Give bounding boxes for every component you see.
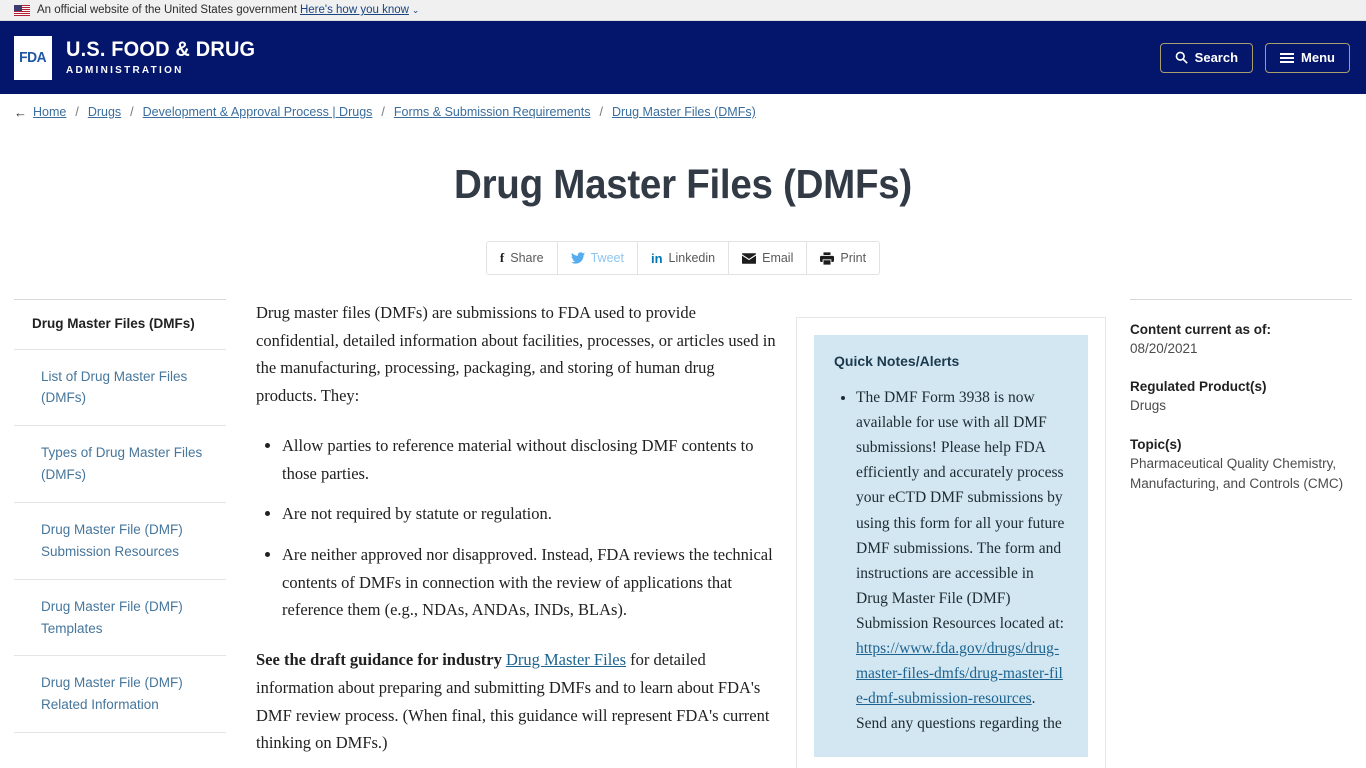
share-linkedin-label: Linkedin	[668, 251, 716, 265]
list-item: The DMF Form 3938 is now available for u…	[856, 385, 1068, 737]
fda-logo[interactable]: FDA U.S. FOOD & DRUG ADMINISTRATION	[14, 35, 265, 80]
breadcrumb-separator: /	[130, 105, 134, 119]
breadcrumb: ← Home / Drugs / Development & Approval …	[0, 94, 1366, 131]
sidebar-item-list-of-dmfs[interactable]: List of Drug Master Files (DMFs)	[14, 348, 226, 426]
search-button-label: Search	[1194, 50, 1239, 65]
content-current-as-of-label: Content current as of:	[1130, 322, 1272, 337]
intro-paragraph: Drug master files (DMFs) are submissions…	[256, 303, 776, 406]
breadcrumb-item-home[interactable]: Home	[33, 105, 66, 119]
share-linkedin-button[interactable]: in Linkedin	[637, 242, 730, 274]
share-facebook-button[interactable]: f Share	[486, 242, 558, 274]
fda-logo-mark: FDA	[14, 35, 52, 80]
quick-notes-callout: Quick Notes/Alerts The DMF Form 3938 is …	[814, 335, 1088, 757]
guidance-lead-text: See the draft guidance for industry	[256, 650, 506, 670]
us-flag-icon	[14, 4, 30, 16]
list-item: Are not required by statute or regulatio…	[282, 500, 776, 528]
search-icon	[1175, 51, 1188, 64]
list-item: Allow parties to reference material with…	[282, 432, 776, 487]
header-actions: Search Menu	[1159, 42, 1350, 73]
left-sidebar-nav: Drug Master Files (DMFs) List of Drug Ma…	[14, 299, 236, 768]
metadata-top-divider	[1130, 299, 1352, 300]
share-twitter-button[interactable]: Tweet	[557, 242, 638, 274]
facebook-icon: f	[499, 250, 505, 265]
usa-banner-text: An official website of the United States…	[37, 4, 297, 16]
usa-official-banner: An official website of the United States…	[0, 0, 1366, 21]
share-email-button[interactable]: Email	[729, 242, 808, 274]
sidebar-item-types-of-dmfs[interactable]: Types of Drug Master Files (DMFs)	[14, 425, 226, 502]
main-content: Drug master files (DMFs) are submissions…	[236, 299, 1130, 768]
email-icon	[742, 252, 757, 264]
share-print-button[interactable]: Print	[807, 242, 880, 274]
article-body: Drug master files (DMFs) are submissions…	[256, 299, 796, 768]
breadcrumb-separator: /	[599, 105, 603, 119]
quick-notes-text-before-link: The DMF Form 3938 is now available for u…	[856, 389, 1065, 632]
guidance-paragraph: See the draft guidance for industry Drug…	[256, 646, 776, 757]
sidebar-item-related-information[interactable]: Drug Master File (DMF) Related Informati…	[14, 655, 226, 734]
sidebar-heading: Drug Master Files (DMFs)	[32, 316, 195, 331]
menu-button[interactable]: Menu	[1265, 42, 1350, 73]
breadcrumb-item-development-approval-process[interactable]: Development & Approval Process | Drugs	[143, 105, 373, 119]
twitter-icon	[570, 252, 585, 264]
menu-button-label: Menu	[1301, 50, 1335, 65]
page-metadata-sidebar: Content current as of: 08/20/2021 Regula…	[1130, 299, 1352, 768]
breadcrumb-separator: /	[75, 105, 79, 119]
brand-subtitle: ADMINISTRATION	[66, 64, 184, 77]
topics-label: Topic(s)	[1130, 436, 1182, 452]
main-layout: Drug Master Files (DMFs) List of Drug Ma…	[0, 299, 1366, 768]
quick-notes-list: The DMF Form 3938 is now available for u…	[834, 385, 1068, 737]
share-twitter-label: Tweet	[590, 251, 624, 265]
quick-notes-panel: Quick Notes/Alerts The DMF Form 3938 is …	[796, 317, 1106, 768]
regulated-products-label: Regulated Product(s)	[1130, 379, 1267, 395]
chevron-down-icon[interactable]: ⌄	[412, 5, 420, 16]
share-email-label: Email	[762, 251, 794, 265]
quick-notes-title: Quick Notes/Alerts	[834, 353, 960, 369]
share-bar: f Share Tweet in Linkedin Email Print	[485, 241, 881, 275]
breadcrumb-item-forms-submission-requirements[interactable]: Forms & Submission Requirements	[394, 105, 591, 119]
breadcrumb-item-drugs[interactable]: Drugs	[88, 105, 121, 119]
sidebar-item-submission-resources[interactable]: Drug Master File (DMF) Submission Resour…	[14, 501, 226, 579]
share-facebook-label: Share	[510, 251, 544, 265]
breadcrumb-back-arrow-icon: ←	[14, 104, 27, 120]
list-item: Are neither approved nor disapproved. In…	[282, 541, 776, 624]
share-print-label: Print	[840, 251, 867, 265]
topics-value: Pharmaceutical Quality Chemistry, Manufa…	[1130, 455, 1344, 491]
breadcrumb-item-drug-master-files[interactable]: Drug Master Files (DMFs)	[612, 105, 756, 119]
page-title: Drug Master Files (DMFs)	[454, 161, 912, 207]
brand-title: U.S. FOOD & DRUG	[66, 37, 256, 61]
dmf-bullet-list: Allow parties to reference material with…	[256, 432, 776, 624]
linkedin-icon: in	[650, 250, 663, 266]
heres-how-you-know-link[interactable]: Here's how you know	[300, 4, 409, 16]
share-bar-wrapper: f Share Tweet in Linkedin Email Print	[0, 241, 1366, 275]
drug-master-files-guidance-link[interactable]: Drug Master Files	[506, 650, 626, 669]
regulated-products-value: Drugs	[1130, 398, 1167, 414]
search-button[interactable]: Search	[1159, 42, 1254, 73]
sidebar-item-templates[interactable]: Drug Master File (DMF) Templates	[14, 578, 226, 656]
site-header: FDA U.S. FOOD & DRUG ADMINISTRATION Sear…	[0, 21, 1366, 94]
breadcrumb-separator: /	[381, 105, 385, 119]
content-current-as-of-value: 08/20/2021	[1130, 341, 1198, 356]
print-icon	[820, 251, 835, 265]
fda-logo-mark-text: FDA	[19, 49, 47, 66]
hamburger-icon	[1280, 52, 1295, 63]
